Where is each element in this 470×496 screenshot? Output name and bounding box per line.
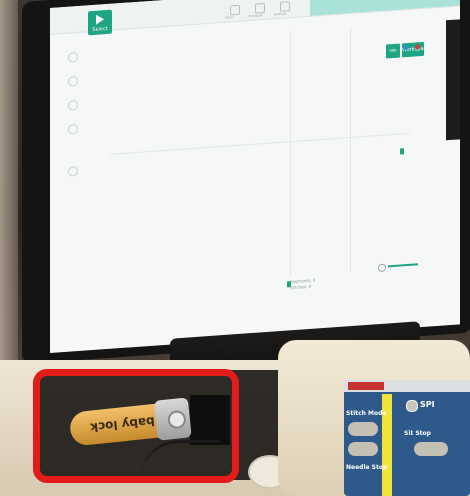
sidebar-tool-icon[interactable] — [68, 100, 78, 111]
right-panel-edge — [446, 19, 460, 141]
sidebar-tool-icon[interactable] — [68, 166, 78, 177]
hoop-marker[interactable] — [400, 148, 404, 155]
toolbar-label-settings: Settings — [274, 11, 287, 17]
photo-scene: Select Place Distribute Settings ⊲⊳ Work… — [0, 0, 470, 496]
sidebar-tool-icon[interactable] — [68, 124, 78, 135]
needle-stop-label: Needle Stop — [346, 464, 388, 471]
zoom-icon[interactable] — [378, 263, 386, 273]
controller-red-indicator — [348, 382, 384, 390]
status-segments: Segments: 0 — [290, 277, 316, 285]
stitch-mode-label: Stitch Mode — [346, 410, 387, 417]
controller-device: SPI Stitch Mode Needle Stop Sit Stop — [278, 340, 470, 496]
sit-stop-label: Sit Stop — [404, 430, 431, 437]
canvas-grid-line — [350, 26, 351, 273]
stitch-mode-button[interactable] — [348, 422, 378, 436]
settings-icon[interactable] — [280, 1, 290, 12]
select-label: Select — [92, 25, 108, 34]
sit-stop-button[interactable] — [414, 442, 448, 456]
sidebar-tool-icon[interactable] — [68, 76, 78, 87]
spi-toggle[interactable] — [406, 400, 418, 412]
canvas-grid-line — [110, 132, 410, 155]
toolbar-label-place: Place — [225, 15, 233, 20]
select-button[interactable]: Select — [88, 9, 112, 36]
mode-button[interactable] — [348, 442, 378, 456]
canvas-grid-line — [290, 31, 291, 277]
spi-label: SPI — [420, 400, 435, 409]
place-icon[interactable] — [230, 4, 240, 16]
zoom-slider[interactable] — [388, 263, 418, 268]
toggle-view-button[interactable]: ⊲⊳ — [386, 43, 400, 59]
status-stitches: Stitches: 0 — [290, 283, 312, 291]
distribute-icon[interactable] — [255, 2, 265, 14]
sidebar-tool-icon[interactable] — [68, 52, 78, 63]
usb-highlight-box — [33, 369, 239, 483]
controller-screen: SPI Stitch Mode Needle Stop Sit Stop — [344, 380, 470, 496]
arrow-icon — [96, 14, 104, 25]
tablet-screen: Select Place Distribute Settings ⊲⊳ Work… — [50, 0, 460, 353]
topbar-accent — [310, 0, 460, 16]
